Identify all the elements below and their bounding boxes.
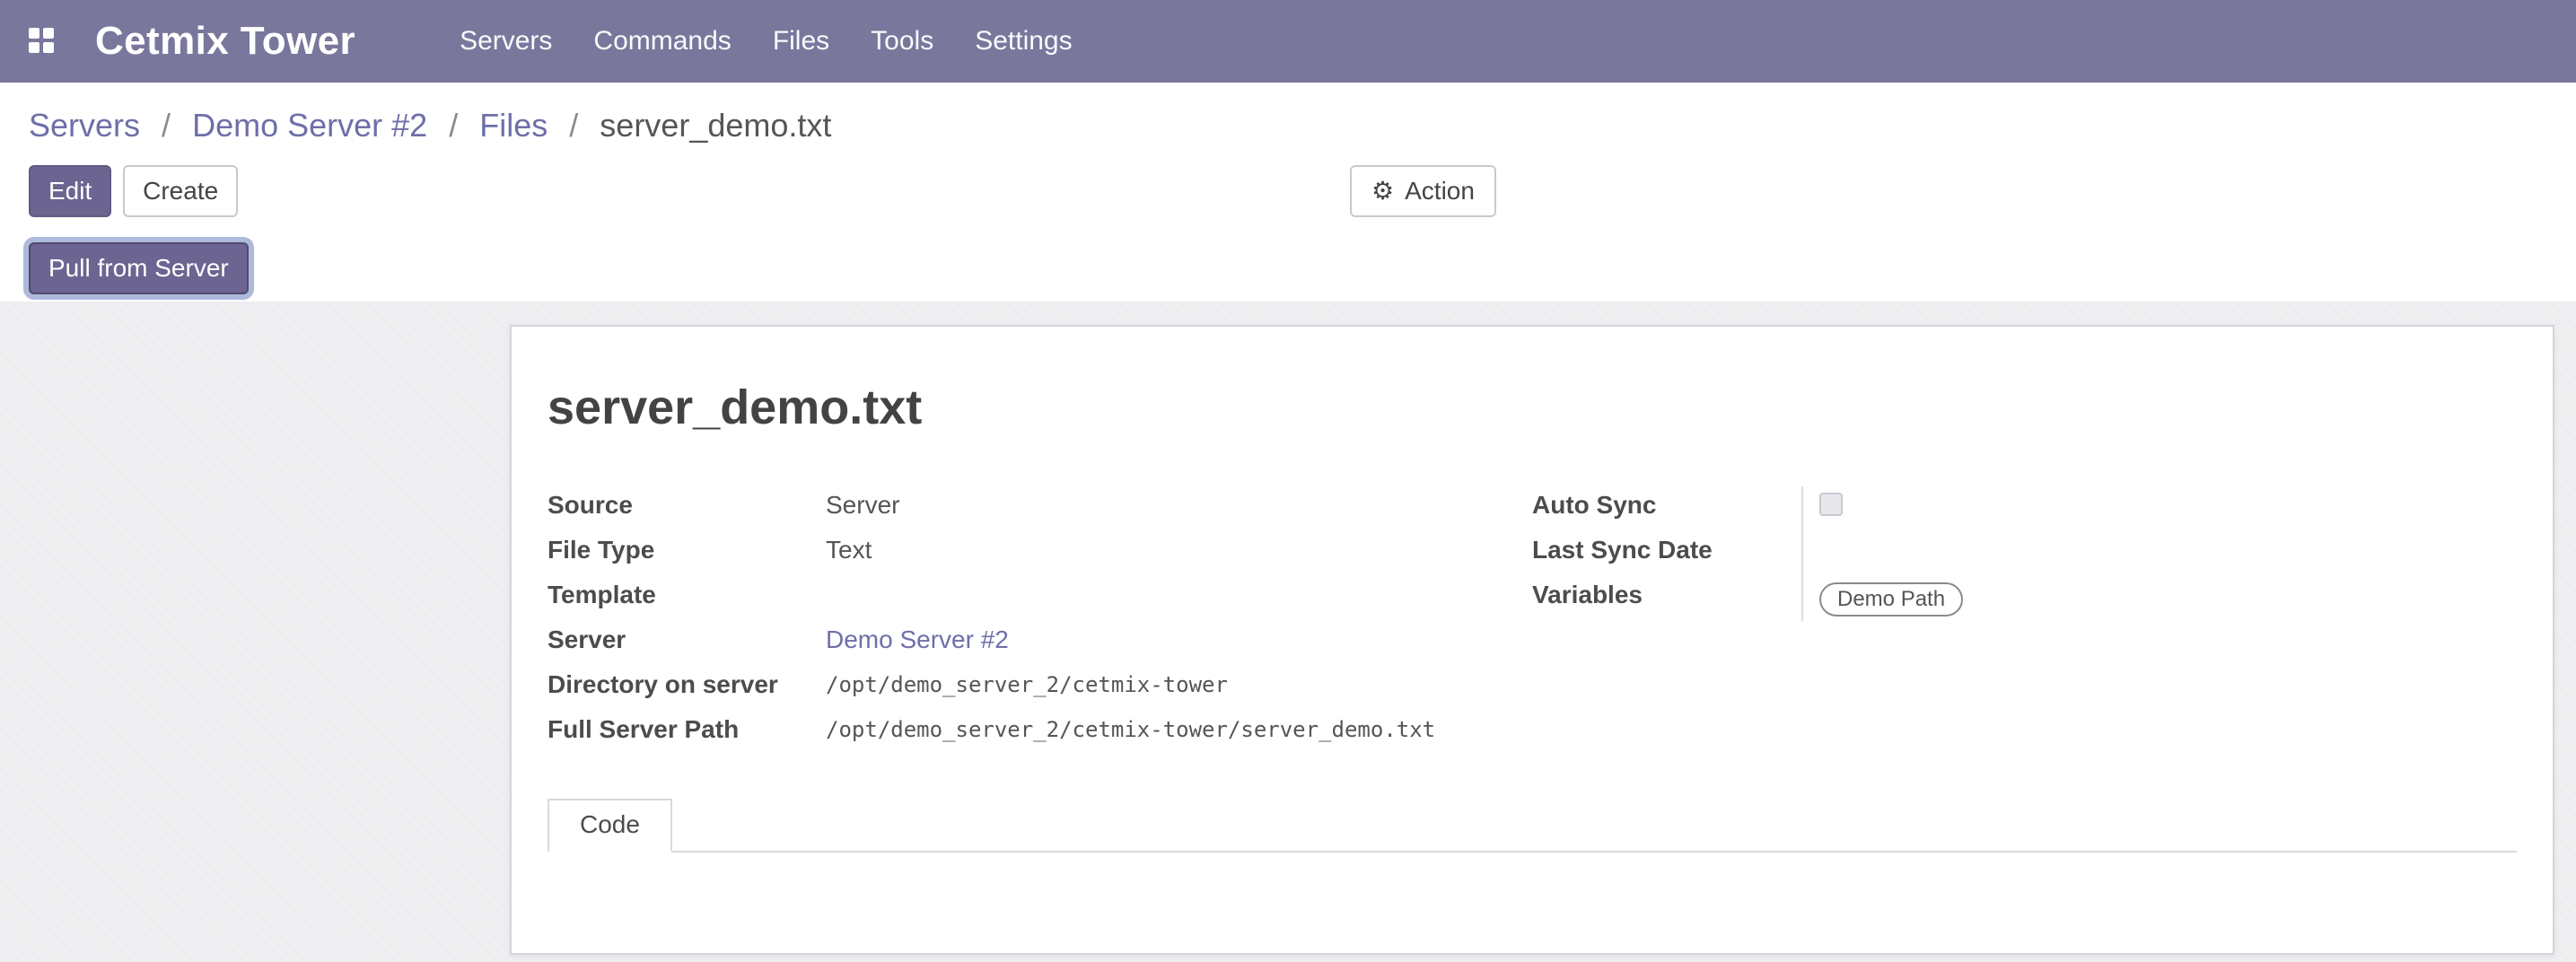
edit-button[interactable]: Edit — [29, 165, 111, 217]
field-label-source: Source — [548, 486, 826, 522]
control-panel-buttons: Edit Create ⚙ Action — [29, 165, 2547, 217]
pull-button-row: Pull from Server — [29, 242, 2547, 302]
breadcrumb-current: server_demo.txt — [600, 107, 831, 144]
nav-item-servers[interactable]: Servers — [456, 19, 556, 64]
notebook-tabs: Code — [548, 799, 2517, 853]
field-row-last-sync-date: Last Sync Date — [1532, 531, 2517, 576]
field-value-source: Server — [826, 486, 899, 522]
breadcrumb-separator: / — [569, 107, 578, 144]
breadcrumb-separator: / — [449, 107, 458, 144]
auto-sync-checkbox[interactable] — [1819, 493, 1843, 516]
field-row-auto-sync: Auto Sync — [1532, 486, 2517, 531]
field-row-file-type: File Type Text — [548, 531, 1532, 576]
record-title: server_demo.txt — [548, 377, 2517, 438]
apps-grid-square — [29, 42, 39, 53]
field-row-server: Server Demo Server #2 — [548, 621, 1532, 666]
create-button[interactable]: Create — [123, 165, 238, 217]
field-widget-auto-sync — [1801, 486, 2517, 531]
gear-icon: ⚙ — [1371, 179, 1394, 204]
field-value-directory: /opt/demo_server_2/cetmix-tower — [826, 666, 1228, 702]
breadcrumb-link-servers[interactable]: Servers — [29, 107, 140, 144]
nav-item-commands[interactable]: Commands — [590, 19, 734, 64]
field-row-full-path: Full Server Path /opt/demo_server_2/cetm… — [548, 711, 1532, 756]
apps-grid-square — [29, 28, 39, 39]
field-value-file-type: Text — [826, 531, 872, 567]
field-widget-last-sync-date — [1801, 531, 2517, 576]
breadcrumb-link-files[interactable]: Files — [479, 107, 548, 144]
field-widget-variables: Demo Path — [1801, 576, 2517, 621]
navbar-menu: Servers Commands Files Tools Settings — [456, 19, 1076, 64]
nav-item-files[interactable]: Files — [769, 19, 833, 64]
field-label-file-type: File Type — [548, 531, 826, 567]
field-label-server: Server — [548, 621, 826, 657]
control-panel: Servers / Demo Server #2 / Files / serve… — [0, 83, 2576, 302]
field-label-directory: Directory on server — [548, 666, 826, 702]
field-label-variables: Variables — [1532, 576, 1801, 612]
field-value-server-link[interactable]: Demo Server #2 — [826, 621, 1009, 657]
app-brand[interactable]: Cetmix Tower — [95, 19, 355, 64]
field-row-source: Source Server — [548, 486, 1532, 531]
tab-code-content — [548, 853, 2517, 946]
field-label-last-sync-date: Last Sync Date — [1532, 531, 1801, 567]
field-group-left: Source Server File Type Text Template Se… — [548, 486, 1532, 756]
apps-grid-icon[interactable] — [29, 28, 56, 55]
apps-grid-square — [43, 28, 54, 39]
form-view-background: server_demo.txt Source Server File Type … — [0, 302, 2576, 962]
pull-from-server-button[interactable]: Pull from Server — [29, 242, 249, 294]
breadcrumb-link-demo-server-2[interactable]: Demo Server #2 — [192, 107, 427, 144]
tab-code[interactable]: Code — [548, 799, 672, 853]
field-group-right: Auto Sync Last Sync Date Variables — [1532, 486, 2517, 756]
action-menu-label: Action — [1405, 167, 1475, 215]
variable-tag-demo-path: Demo Path — [1819, 582, 1963, 617]
field-label-full-path: Full Server Path — [548, 711, 826, 747]
breadcrumb: Servers / Demo Server #2 / Files / serve… — [0, 83, 2576, 156]
field-value-full-path: /opt/demo_server_2/cetmix-tower/server_d… — [826, 711, 1435, 747]
field-label-auto-sync: Auto Sync — [1532, 486, 1801, 522]
field-row-template: Template — [548, 576, 1532, 621]
apps-grid-square — [43, 42, 54, 53]
action-menu-button[interactable]: ⚙ Action — [1350, 165, 1496, 217]
nav-item-settings[interactable]: Settings — [971, 19, 1075, 64]
nav-item-tools[interactable]: Tools — [867, 19, 937, 64]
field-row-directory: Directory on server /opt/demo_server_2/c… — [548, 666, 1532, 711]
page: Cetmix Tower Servers Commands Files Tool… — [0, 0, 2576, 962]
field-label-template: Template — [548, 576, 826, 612]
navbar: Cetmix Tower Servers Commands Files Tool… — [0, 0, 2576, 83]
field-row-variables: Variables Demo Path — [1532, 576, 2517, 621]
form-sheet: server_demo.txt Source Server File Type … — [510, 325, 2554, 955]
breadcrumb-separator: / — [162, 107, 171, 144]
field-groups: Source Server File Type Text Template Se… — [548, 486, 2517, 756]
